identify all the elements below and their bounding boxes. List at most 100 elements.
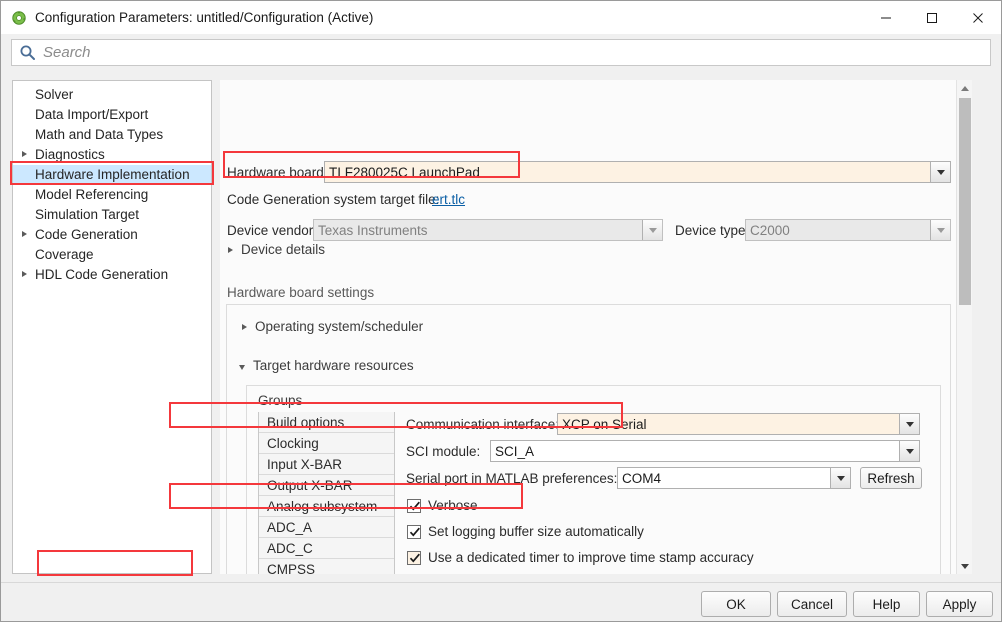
os-scheduler-disclosure[interactable]: Operating system/scheduler — [241, 319, 423, 334]
groups-list[interactable]: Build options Clocking Input X-BAR Outpu… — [258, 412, 395, 574]
dialog-footer: OK Cancel Help Apply — [1, 582, 1001, 621]
set-logging-buffer-size-checkbox[interactable] — [407, 524, 421, 539]
group-item-clocking[interactable]: Clocking — [259, 433, 394, 454]
group-label: Clocking — [267, 436, 319, 451]
group-label: Input X-BAR — [267, 457, 343, 472]
chevron-down-icon — [930, 220, 950, 240]
dedicated-timer-label: Use a dedicated timer to improve time st… — [428, 550, 754, 565]
minimize-button[interactable] — [863, 1, 909, 34]
search-bar-container: Search — [1, 34, 1001, 72]
triangle-right-icon[interactable] — [228, 247, 233, 253]
chevron-down-icon[interactable] — [830, 468, 850, 488]
group-item-cmpss[interactable]: CMPSS — [259, 559, 394, 574]
sci-module-combo[interactable]: SCI_A — [490, 440, 920, 462]
communication-interface-label: Communication interface: — [406, 417, 560, 432]
group-label: Analog subsystem — [267, 499, 378, 514]
hardware-board-value: TI F280025C LaunchPad — [325, 162, 930, 182]
device-details-label: Device details — [241, 242, 326, 257]
help-button[interactable]: Help — [853, 591, 920, 617]
chevron-right-icon[interactable] — [22, 231, 27, 237]
chevron-down-icon[interactable] — [899, 414, 919, 434]
group-item-output-x-bar[interactable]: Output X-BAR — [259, 475, 394, 496]
communication-interface-combo[interactable]: XCP on Serial — [557, 413, 920, 435]
ok-button[interactable]: OK — [701, 591, 771, 617]
chevron-down-icon[interactable] — [930, 162, 950, 182]
hardware-implementation-pane: Hardware board: TI F280025C LaunchPad Co… — [220, 80, 972, 574]
scroll-up-icon[interactable] — [957, 80, 972, 96]
window-title: Configuration Parameters: untitled/Confi… — [35, 10, 374, 25]
tree-label: Solver — [35, 87, 74, 102]
triangle-down-icon[interactable] — [239, 365, 245, 370]
communication-interface-value: XCP on Serial — [558, 414, 899, 434]
group-item-analog-subsystem[interactable]: Analog subsystem — [259, 496, 394, 517]
tree-label: Hardware Implementation — [35, 167, 190, 182]
tree-label: Diagnostics — [35, 147, 105, 162]
target-hardware-resources-disclosure[interactable]: Target hardware resources — [239, 358, 414, 373]
clipped-bottom-text — [1, 618, 1001, 621]
sidebar-item-code-generation[interactable]: Code Generation — [13, 225, 211, 245]
device-details-disclosure[interactable]: Device details — [227, 242, 325, 257]
group-item-adc-a[interactable]: ADC_A — [259, 517, 394, 538]
scroll-down-icon[interactable] — [957, 558, 972, 574]
close-button[interactable] — [955, 1, 1001, 34]
serial-port-value: COM4 — [622, 470, 662, 486]
tree-label: Simulation Target — [35, 207, 140, 222]
device-vendor-combo: Texas Instruments — [313, 219, 663, 241]
refresh-button[interactable]: Refresh — [860, 467, 922, 489]
group-label: Build options — [267, 415, 345, 430]
sidebar-item-hardware-implementation[interactable]: Hardware Implementation — [13, 165, 211, 185]
target-file-link[interactable]: ert.tlc — [432, 192, 465, 207]
tree-label: Math and Data Types — [35, 127, 164, 142]
matlab-config-icon — [11, 10, 27, 26]
sidebar-item-diagnostics[interactable]: Diagnostics — [13, 145, 211, 165]
chevron-right-icon[interactable] — [22, 271, 27, 277]
scrollbar-thumb[interactable] — [959, 98, 971, 305]
logging-buffer-checkbox-row[interactable]: Set logging buffer size automatically — [407, 524, 644, 539]
window-controls — [863, 1, 1001, 34]
sidebar-item-math-and-data-types[interactable]: Math and Data Types — [13, 125, 211, 145]
verbose-label: Verbose — [428, 498, 478, 513]
groups-label: Groups — [258, 393, 303, 408]
chevron-down-icon[interactable] — [899, 441, 919, 461]
group-label: Output X-BAR — [267, 478, 353, 493]
hardware-board-label: Hardware board: — [227, 165, 328, 180]
sci-module-value: SCI_A — [495, 443, 535, 459]
group-item-build-options[interactable]: Build options — [259, 412, 394, 433]
hardware-board-settings-label: Hardware board settings — [227, 285, 375, 300]
body-area: Solver Data Import/Export Math and Data … — [1, 72, 1001, 582]
search-placeholder: Search — [43, 44, 91, 61]
serial-port-combo[interactable]: COM4 — [617, 467, 851, 489]
sidebar-item-simulation-target[interactable]: Simulation Target — [13, 205, 211, 225]
group-label: CMPSS — [267, 562, 316, 574]
apply-button[interactable]: Apply — [926, 591, 993, 617]
group-label: ADC_C — [267, 541, 313, 556]
chevron-right-icon[interactable] — [22, 151, 27, 157]
sidebar-item-coverage[interactable]: Coverage — [13, 245, 211, 265]
dedicated-timer-checkbox-row[interactable]: Use a dedicated timer to improve time st… — [407, 550, 754, 565]
search-input[interactable]: Search — [11, 39, 991, 66]
settings-tree[interactable]: Solver Data Import/Export Math and Data … — [12, 80, 212, 574]
tree-label: Data Import/Export — [35, 107, 149, 122]
sidebar-item-solver[interactable]: Solver — [13, 85, 211, 105]
dedicated-timer-checkbox[interactable] — [407, 550, 421, 565]
sidebar-item-data-import-export[interactable]: Data Import/Export — [13, 105, 211, 125]
verbose-checkbox[interactable] — [407, 498, 421, 513]
sidebar-item-model-referencing[interactable]: Model Referencing — [13, 185, 211, 205]
set-logging-buffer-size-label: Set logging buffer size automatically — [428, 524, 644, 539]
triangle-right-icon[interactable] — [242, 324, 247, 330]
device-type-value: C2000 — [746, 220, 930, 240]
search-icon — [19, 44, 36, 61]
content-scrollbar[interactable] — [956, 80, 972, 574]
target-file-label: Code Generation system target file: — [227, 192, 440, 207]
device-type-label: Device type: — [675, 223, 750, 238]
chevron-down-icon — [642, 220, 662, 240]
sidebar-item-hdl-code-generation[interactable]: HDL Code Generation — [13, 265, 211, 285]
group-item-adc-c[interactable]: ADC_C — [259, 538, 394, 559]
group-item-input-x-bar[interactable]: Input X-BAR — [259, 454, 394, 475]
cancel-button[interactable]: Cancel — [777, 591, 847, 617]
verbose-checkbox-row[interactable]: Verbose — [407, 498, 478, 513]
tree-label: HDL Code Generation — [35, 267, 169, 282]
hardware-board-combo[interactable]: TI F280025C LaunchPad — [324, 161, 951, 183]
maximize-button[interactable] — [909, 1, 955, 34]
group-label: ADC_A — [267, 520, 313, 535]
